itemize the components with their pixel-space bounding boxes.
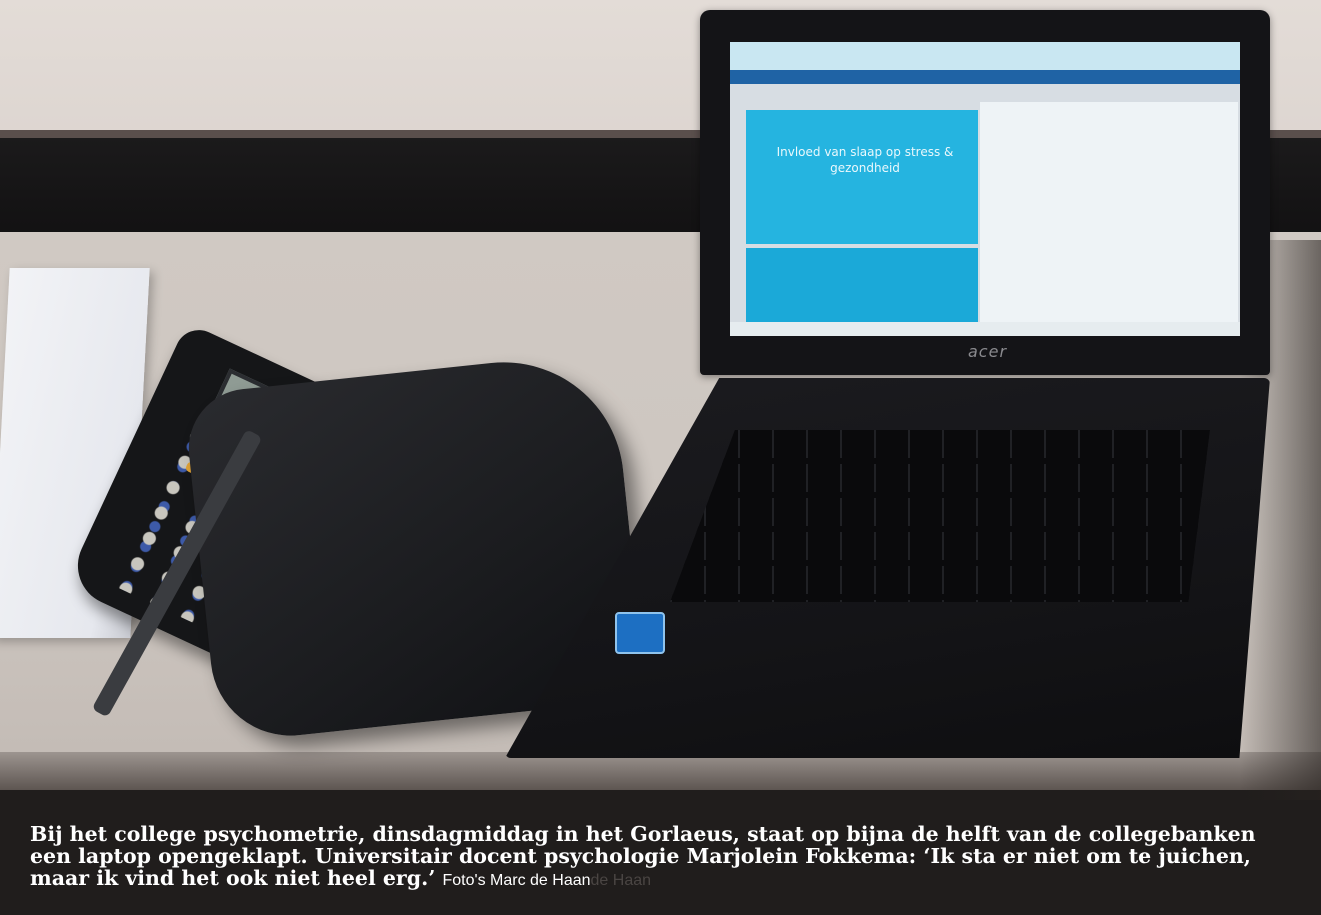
screen-tab-row: [730, 70, 1240, 84]
laptop-screen: Invloed van slaap op stress & gezondheid: [730, 42, 1240, 336]
laptop-lid: Invloed van slaap op stress & gezondheid: [700, 10, 1270, 375]
screen-slide-heading: Invloed van slaap op stress & gezondheid: [776, 145, 954, 175]
screen-taskbar: [730, 322, 1240, 336]
laptop-keyboard: [670, 430, 1210, 602]
screen-content-pane: [980, 102, 1238, 336]
intel-sticker: [615, 612, 665, 654]
photo-credit-ghost: de Haan: [590, 872, 652, 889]
photo-caption: Bij het college psychometrie, dinsdagmid…: [30, 823, 1290, 892]
laptop-brand-logo: acer: [968, 342, 1008, 361]
desk-edge: [0, 752, 1321, 792]
screen-browser-bar: [730, 42, 1240, 72]
photo-credit: Foto's Marc de Haan: [442, 872, 591, 889]
screen-slide-panel-lower: [746, 248, 978, 332]
screen-slide-panel: [746, 110, 978, 244]
